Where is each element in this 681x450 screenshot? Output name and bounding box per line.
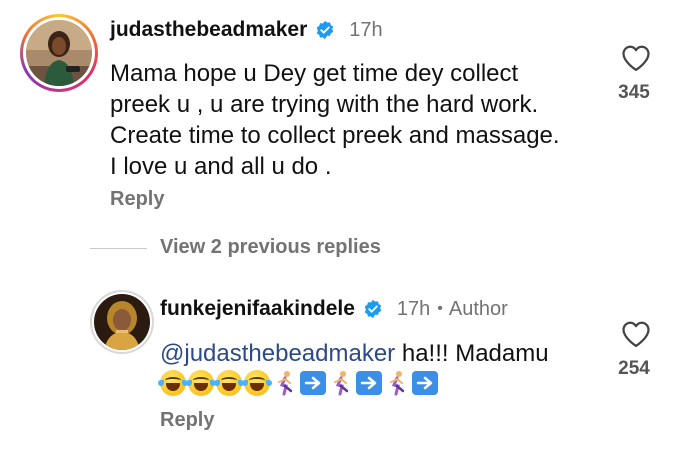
reply-text: ha!!! Madamu: [395, 340, 549, 367]
author-label: Author: [448, 297, 508, 320]
right-arrow-emoji: [300, 371, 326, 395]
avatar-photo: [26, 20, 92, 86]
comment-body: Mama hope u Dey get time dey collect pre…: [110, 58, 600, 182]
reply-body: @judasthebeadmaker ha!!! Madamu: [160, 338, 600, 369]
meta-separator: •: [437, 300, 443, 317]
comment-line: preek u , u are trying with the hard wor…: [110, 91, 539, 118]
comment-reply-button[interactable]: Reply: [110, 188, 164, 211]
reply-like-button[interactable]: [621, 320, 651, 348]
comment-line: I love u and all u do .: [110, 153, 332, 180]
reply-mention-link[interactable]: @judasthebeadmaker: [160, 340, 395, 367]
tears-of-joy-emoji: [158, 370, 188, 396]
right-arrow-emoji: [356, 371, 382, 395]
tears-of-joy-emoji: [242, 370, 272, 396]
comment-line: Create time to collect preek and massage…: [110, 122, 560, 149]
tears-of-joy-emoji: [186, 370, 216, 396]
comment-like-count: 345: [618, 82, 650, 103]
reply-username[interactable]: funkejenifaakindele: [160, 297, 355, 321]
reply-reply-button[interactable]: Reply: [160, 409, 214, 432]
reply-avatar[interactable]: [90, 290, 154, 354]
comment-line: Mama hope u Dey get time dey collect: [110, 60, 519, 87]
replies-divider: [90, 248, 147, 249]
verified-badge-icon: [363, 299, 383, 319]
view-previous-replies-button[interactable]: View 2 previous replies: [160, 236, 381, 259]
comment-header: judasthebeadmaker 17h: [110, 18, 383, 42]
woman-running-emoji: [272, 370, 298, 396]
comment-like-button[interactable]: [621, 44, 651, 72]
comment-timestamp: 17h: [349, 18, 383, 41]
right-arrow-emoji: [412, 371, 438, 395]
avatar-photo: [94, 294, 150, 350]
woman-running-emoji: [384, 370, 410, 396]
comment-username[interactable]: judasthebeadmaker: [110, 18, 307, 42]
heart-outline-icon: [622, 45, 650, 71]
heart-outline-icon: [622, 321, 650, 347]
woman-running-emoji: [328, 370, 354, 396]
reply-timestamp: 17h: [396, 297, 431, 320]
reply-header: funkejenifaakindele 17h • Author: [160, 297, 508, 321]
verified-badge-icon: [315, 20, 335, 40]
reply-like-count: 254: [618, 358, 650, 379]
comment-avatar[interactable]: [20, 14, 98, 92]
reply-emoji-row: [158, 370, 438, 396]
tears-of-joy-emoji: [214, 370, 244, 396]
